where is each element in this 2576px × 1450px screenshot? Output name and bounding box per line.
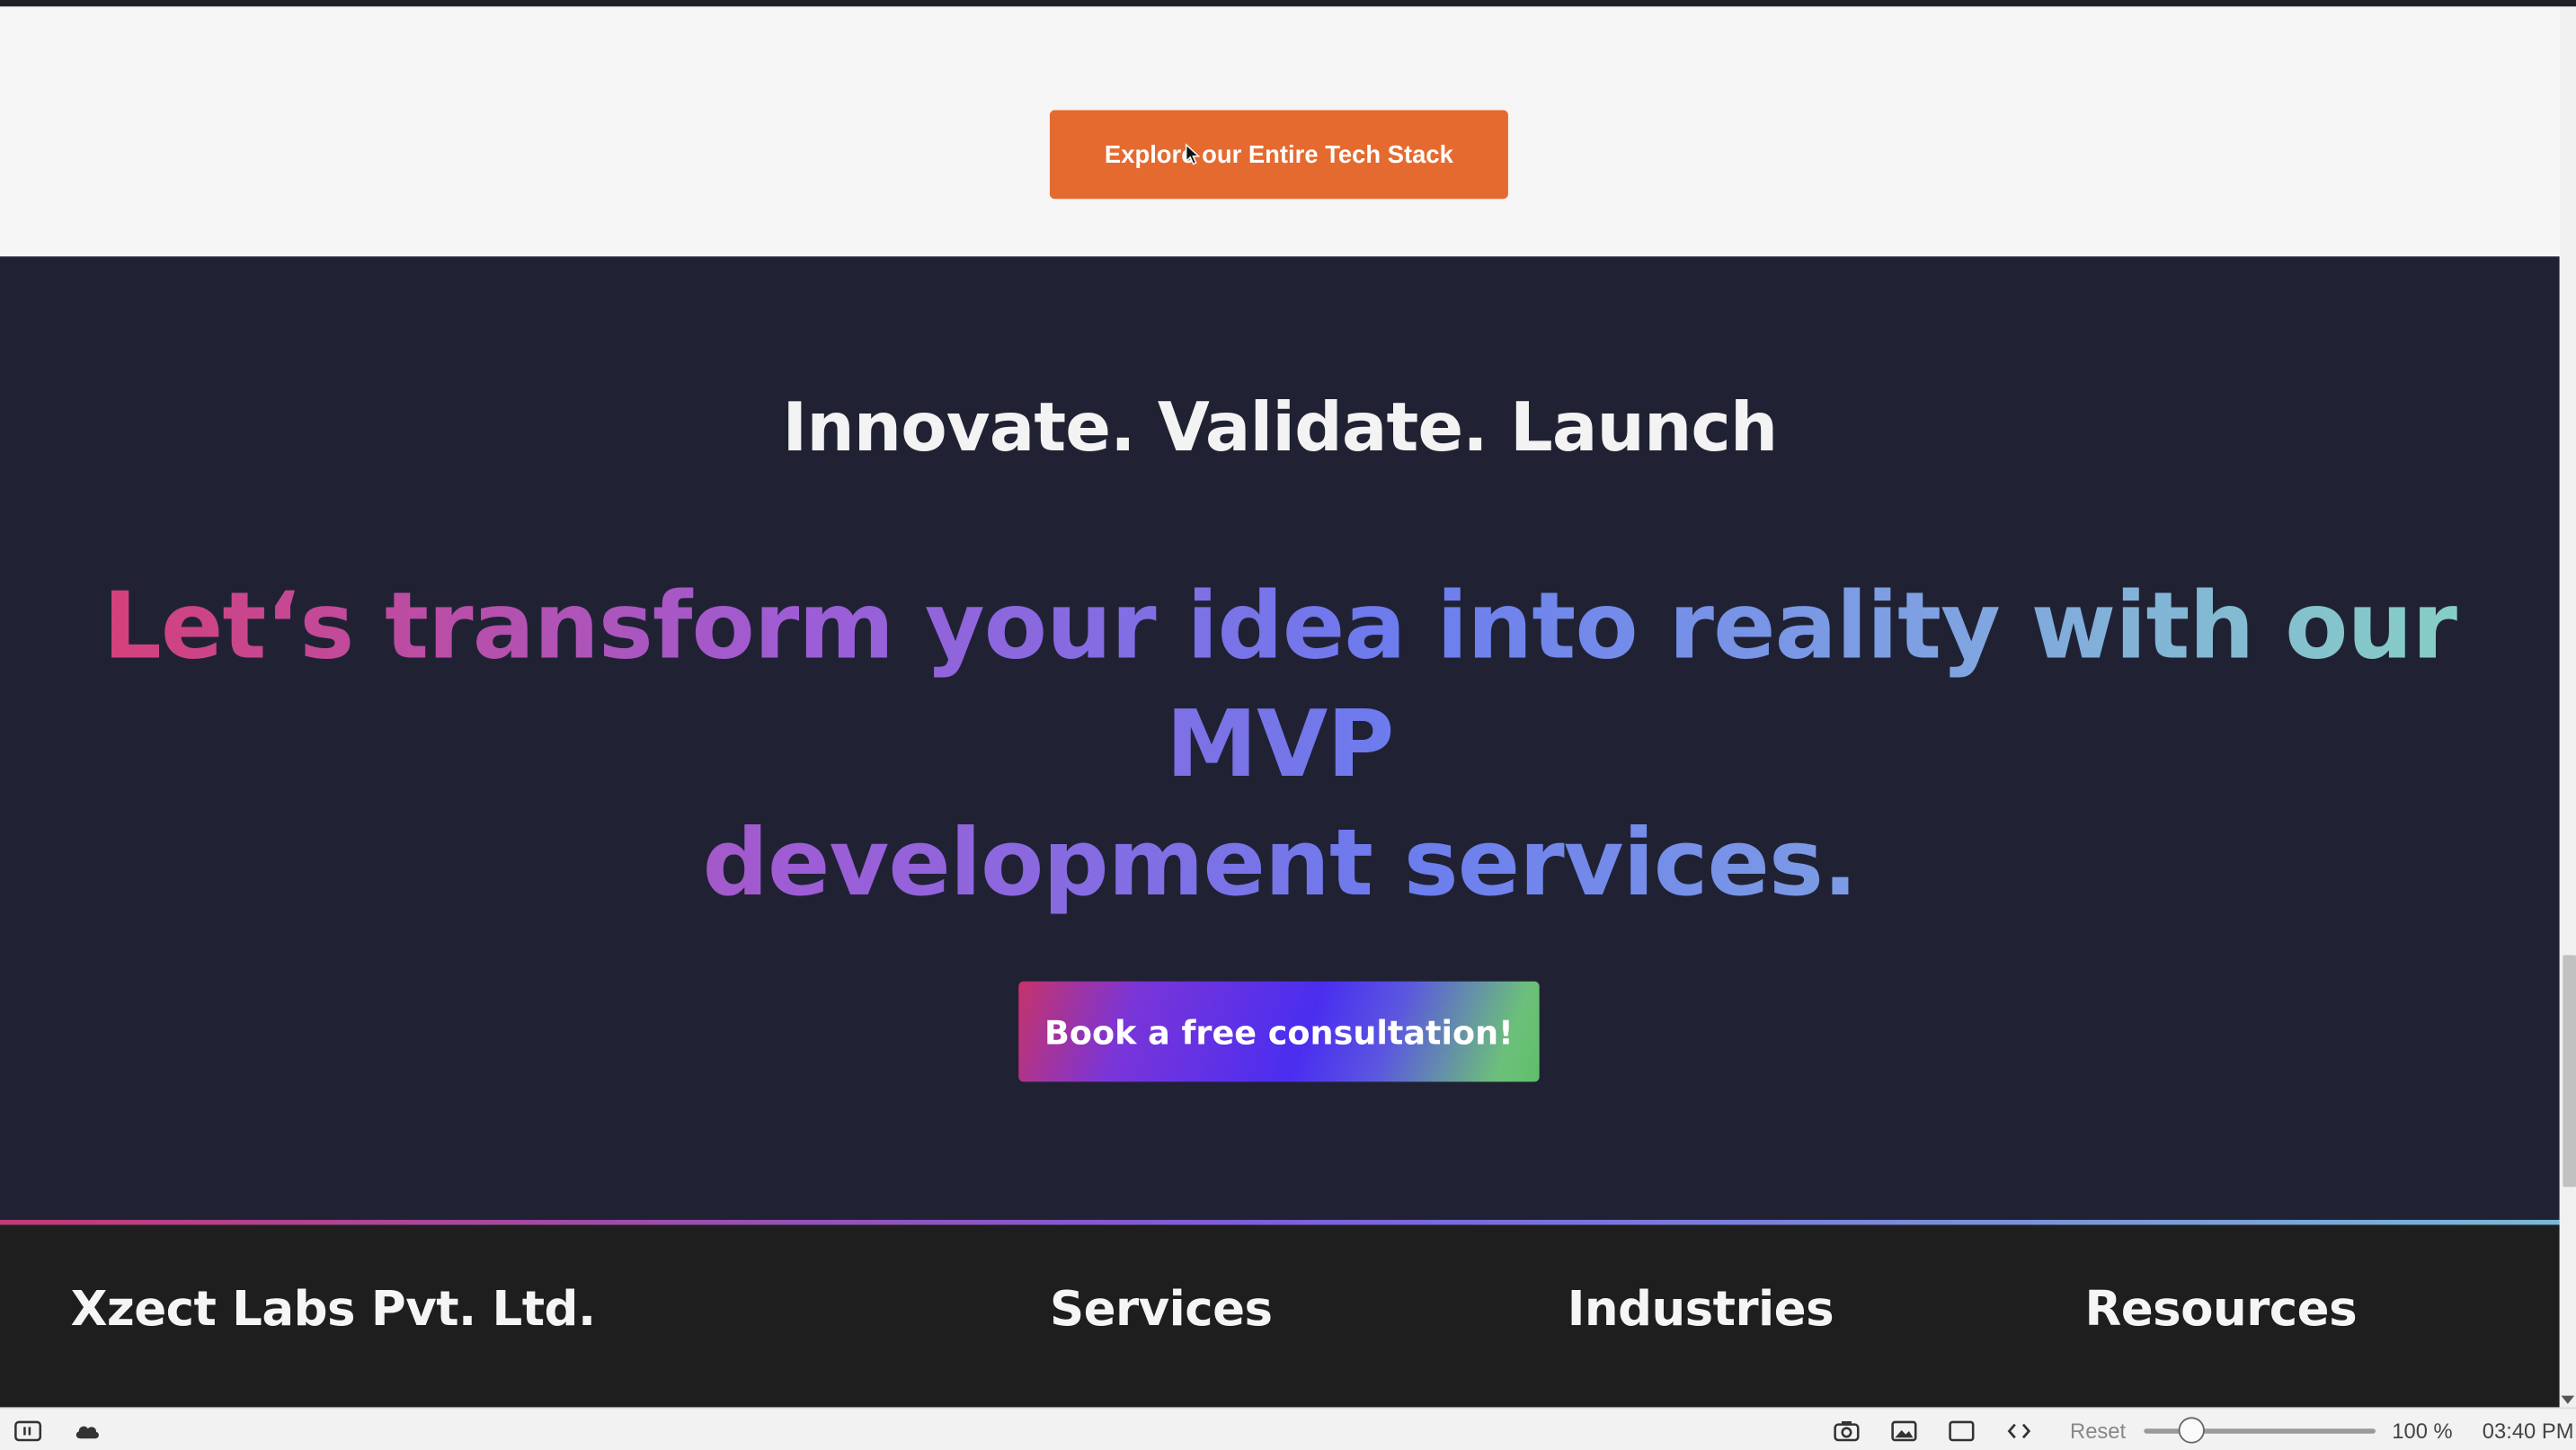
tech-stack-section: Explore our Entire Tech Stack bbox=[0, 6, 2560, 257]
headline-line-2: development services. bbox=[702, 810, 1858, 918]
scrollbar-thumb[interactable] bbox=[2563, 955, 2576, 1188]
clock: 03:40 PM bbox=[2482, 1419, 2574, 1444]
footer-heading-services: Services bbox=[1049, 1280, 1273, 1337]
window-icon[interactable] bbox=[1947, 1417, 1976, 1443]
footer-heading-resources: Resources bbox=[2084, 1280, 2358, 1337]
headline-line-1: Let‘s transform your idea into reality w… bbox=[102, 574, 2457, 799]
mouse-cursor-icon bbox=[1185, 143, 1201, 165]
vertical-scrollbar[interactable] bbox=[2559, 6, 2576, 1408]
zoom-slider-handle[interactable] bbox=[2178, 1417, 2205, 1444]
camera-icon[interactable] bbox=[1832, 1417, 1861, 1443]
zoom-reset-button[interactable]: Reset bbox=[2070, 1419, 2126, 1443]
status-bar: Reset 100 % 03:40 PM bbox=[0, 1407, 2576, 1450]
book-consultation-button[interactable]: Book a free consultation! bbox=[1018, 981, 1540, 1082]
image-icon[interactable] bbox=[1889, 1417, 1919, 1443]
footer-heading-industries: Industries bbox=[1567, 1280, 1834, 1337]
footer-company-name: Xzect Labs Pvt. Ltd. bbox=[70, 1280, 597, 1337]
cloud-icon[interactable] bbox=[72, 1417, 102, 1443]
top-border bbox=[0, 0, 2576, 7]
mvp-cta-section: Innovate. Validate. Launch Let‘s transfo… bbox=[0, 256, 2560, 1223]
hero-headline: Let‘s transform your idea into reality w… bbox=[99, 569, 2461, 924]
code-icon[interactable] bbox=[2004, 1417, 2034, 1443]
scroll-down-arrow-icon[interactable] bbox=[2561, 1395, 2575, 1404]
footer: Xzect Labs Pvt. Ltd. Services Industries… bbox=[0, 1224, 2560, 1408]
zoom-level: 100 % bbox=[2392, 1419, 2453, 1444]
sidebar-toggle-icon[interactable] bbox=[13, 1417, 43, 1443]
section-tagline: Innovate. Validate. Launch bbox=[782, 387, 1778, 467]
page-viewport: Explore our Entire Tech Stack Innovate. … bbox=[0, 0, 2576, 1450]
explore-tech-stack-button[interactable]: Explore our Entire Tech Stack bbox=[1049, 110, 1508, 200]
